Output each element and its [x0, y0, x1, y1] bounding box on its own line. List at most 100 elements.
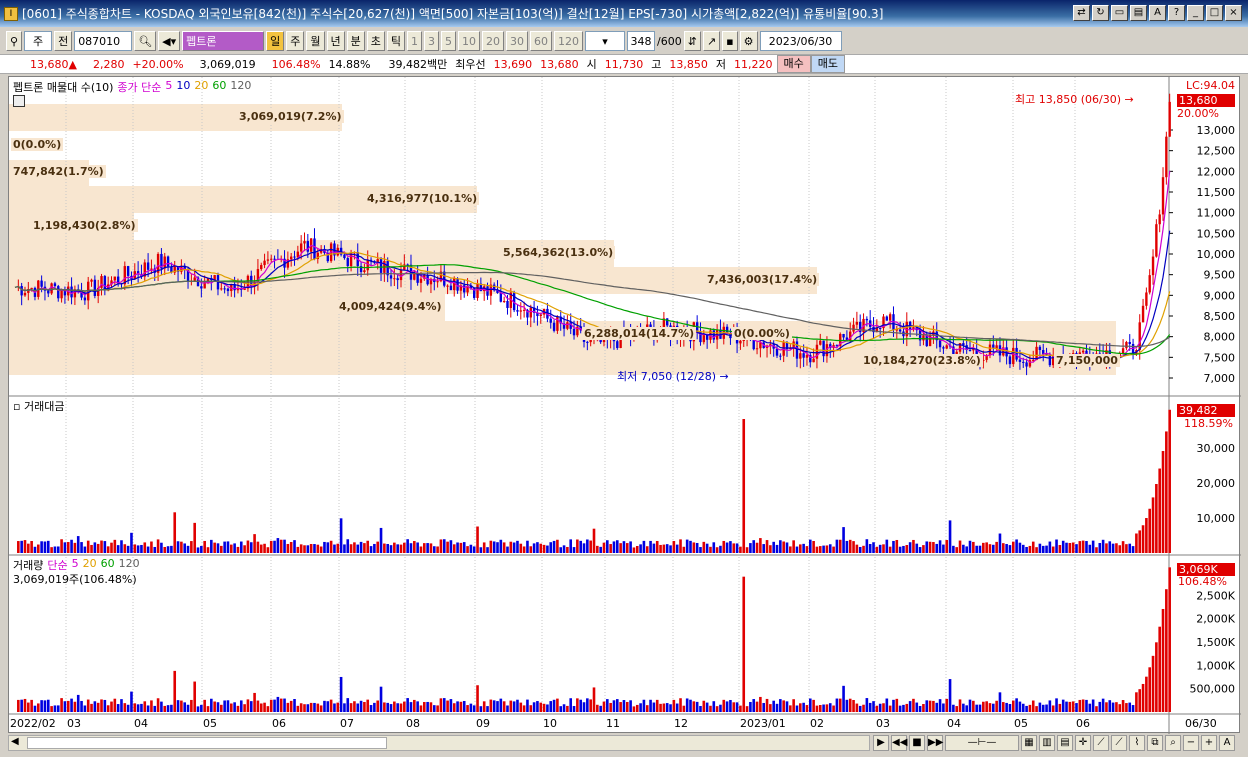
- period-month[interactable]: 월: [306, 31, 325, 51]
- minimize-icon[interactable]: _: [1187, 5, 1204, 21]
- volume-bar: [522, 705, 526, 712]
- volume-bar: [795, 705, 799, 712]
- volume-bar: [103, 699, 107, 712]
- amount-bar: [336, 543, 340, 553]
- table-icon[interactable]: [13, 95, 25, 107]
- amount-bar: [789, 546, 792, 553]
- line-tool-icon[interactable]: ⟋: [1093, 735, 1109, 751]
- date-input[interactable]: 2023/06/30: [759, 31, 842, 51]
- period-year[interactable]: 년: [326, 31, 345, 51]
- buy-button[interactable]: 매수: [776, 55, 811, 73]
- help-icon[interactable]: ?: [1168, 5, 1185, 21]
- amount-bar: [1141, 525, 1145, 553]
- maximize-icon[interactable]: □: [1206, 5, 1223, 21]
- amount-bar: [632, 547, 636, 553]
- interval-1[interactable]: 1: [407, 31, 423, 51]
- link-icon[interactable]: ⇄: [1073, 5, 1090, 21]
- amount-bar: [609, 544, 612, 553]
- trend-tool-icon[interactable]: ⟋: [1111, 735, 1127, 751]
- interval-custom-input[interactable]: ▾: [585, 31, 626, 51]
- font-icon[interactable]: A: [1149, 5, 1166, 21]
- volume-bar: [789, 705, 792, 712]
- speaker-icon[interactable]: ◀▾: [158, 31, 181, 51]
- indicator-icon[interactable]: ↗: [702, 31, 721, 51]
- sell-button[interactable]: 매도: [810, 55, 845, 73]
- prev-button[interactable]: 전: [54, 31, 73, 51]
- interval-60[interactable]: 60: [530, 31, 553, 51]
- volume-bar: [1038, 702, 1042, 712]
- copy-icon[interactable]: ⧉: [1147, 735, 1163, 751]
- forward-icon[interactable]: ▶▶: [927, 735, 943, 751]
- text-icon[interactable]: A: [1219, 735, 1235, 751]
- volume-bar: [269, 699, 273, 712]
- period-week[interactable]: 주: [286, 31, 305, 51]
- volume-bar: [293, 699, 296, 712]
- amount-bar: [519, 543, 523, 553]
- interval-20[interactable]: 20: [482, 31, 505, 51]
- zoom-in-icon[interactable]: +: [1201, 735, 1217, 751]
- scroll-thumb[interactable]: [27, 737, 387, 749]
- zoom-out-icon[interactable]: −: [1183, 735, 1199, 751]
- chart-svg: 13,000 12,500 12,000 11,500 11,000 10,500 10,0…: [9, 77, 1241, 734]
- interval-30[interactable]: 30: [506, 31, 529, 51]
- layout-icon[interactable]: ▦: [1021, 735, 1037, 751]
- chart-tool-icon[interactable]: ⇵: [683, 31, 701, 51]
- amount-bar: [323, 541, 326, 553]
- candle-body: [552, 322, 556, 331]
- stop-icon[interactable]: ■: [909, 735, 925, 751]
- window-icon[interactable]: ▭: [1111, 5, 1128, 21]
- chart-area[interactable]: 13,000 12,500 12,000 11,500 11,000 10,500 10,0…: [8, 76, 1241, 734]
- volume-bar: [765, 698, 769, 712]
- interval-3[interactable]: 3: [424, 31, 440, 51]
- rewind-icon[interactable]: ◀◀: [891, 735, 907, 751]
- type-select[interactable]: 주: [24, 31, 53, 51]
- volume-bar: [326, 701, 330, 712]
- amount-bar: [1151, 497, 1155, 553]
- layout2-icon[interactable]: ▥: [1039, 735, 1055, 751]
- fib-tool-icon[interactable]: ⌇: [1129, 735, 1145, 751]
- count-input[interactable]: 348: [627, 31, 656, 51]
- lc-label: LC:94.04: [1185, 79, 1235, 92]
- interval-5[interactable]: 5: [441, 31, 457, 51]
- candle-body: [200, 286, 203, 289]
- candle-body: [313, 238, 316, 260]
- legend-ma60: 60: [212, 79, 227, 92]
- code-input[interactable]: 087010: [74, 31, 133, 51]
- period-day[interactable]: 일: [266, 31, 285, 51]
- interval-120[interactable]: 120: [554, 31, 584, 51]
- search-icon[interactable]: 🔍︎: [134, 31, 157, 51]
- save-chart-icon[interactable]: ▪: [722, 31, 738, 51]
- volume-bar: [625, 701, 629, 712]
- period-minute[interactable]: 분: [346, 31, 365, 51]
- stock-name-field[interactable]: 펩트론: [182, 31, 265, 51]
- volume-bar: [1158, 626, 1161, 712]
- save-icon[interactable]: ▤: [1130, 5, 1147, 21]
- close-icon[interactable]: ×: [1225, 5, 1242, 21]
- crosshair-icon[interactable]: ✛: [1075, 735, 1091, 751]
- amount-bar: [1128, 543, 1132, 553]
- horizontal-scrollbar[interactable]: ◀: [8, 735, 870, 751]
- amount-bar: [476, 526, 479, 553]
- volume-bar: [682, 705, 686, 712]
- scroll-right-icon[interactable]: ▶: [873, 735, 889, 751]
- period-second[interactable]: 초: [366, 31, 385, 51]
- speed-slider[interactable]: —⊢—: [945, 735, 1019, 751]
- amount-tick-label: 10,000: [1197, 512, 1236, 525]
- period-tick[interactable]: 틱: [386, 31, 406, 51]
- zoom-icon[interactable]: ⌕: [1165, 735, 1181, 751]
- layout3-icon[interactable]: ▤: [1057, 735, 1073, 751]
- volume-bar: [695, 701, 699, 712]
- amount-bar: [962, 544, 965, 553]
- volume-bar: [456, 701, 459, 712]
- scroll-left-icon[interactable]: ◀: [11, 736, 19, 747]
- interval-10[interactable]: 10: [458, 31, 481, 51]
- amount-bar: [589, 540, 592, 553]
- amount-bar: [739, 546, 742, 553]
- candle-body: [223, 288, 226, 290]
- refresh-icon[interactable]: ↻: [1092, 5, 1109, 21]
- amount-bar: [619, 543, 622, 553]
- stock-search-icon[interactable]: ⚲: [6, 31, 23, 51]
- amount-bar: [30, 540, 33, 553]
- volume-bar: [825, 704, 829, 712]
- settings-icon[interactable]: ⚙: [739, 31, 758, 51]
